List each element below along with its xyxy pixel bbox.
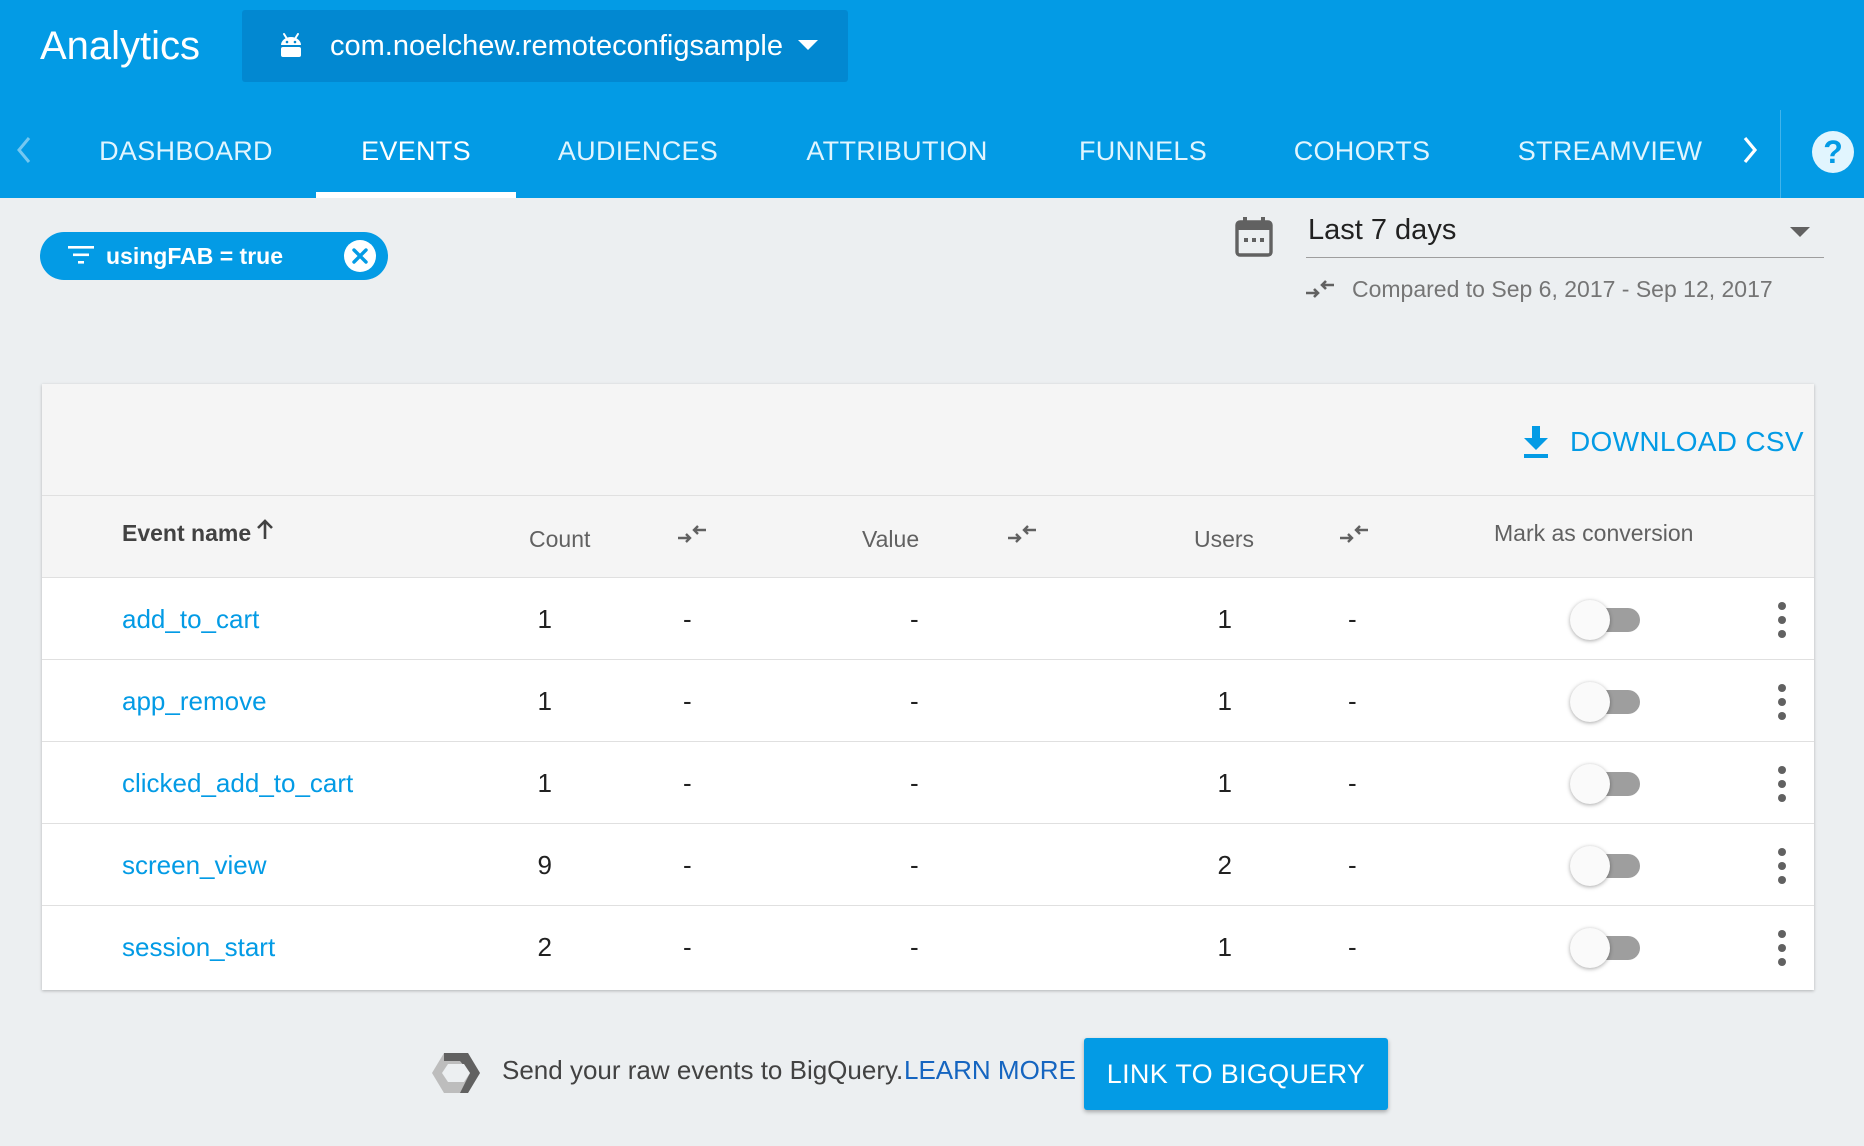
table-row: session_start 2 - - 1 - (42, 906, 1814, 988)
chevron-right-icon[interactable] (1740, 134, 1760, 171)
event-value: - (910, 850, 919, 880)
table-row: screen_view 9 - - 2 - (42, 824, 1814, 906)
tab-dashboard[interactable]: DASHBOARD (80, 110, 292, 198)
tab-events[interactable]: EVENTS (316, 110, 516, 198)
comparison-range-text: Compared to Sep 6, 2017 - Sep 12, 2017 (1352, 276, 1773, 302)
column-header-value[interactable]: Value (862, 526, 919, 553)
help-icon[interactable]: ? (1812, 131, 1854, 173)
tab-cohorts[interactable]: COHORTS (1290, 110, 1434, 198)
compare-arrows-icon (1338, 522, 1370, 551)
column-header-event-name[interactable]: Event name (122, 520, 251, 547)
event-count: 1 (537, 768, 552, 798)
event-count: 1 (537, 686, 552, 716)
event-users-change: - (1348, 768, 1357, 798)
event-name-link[interactable]: session_start (122, 906, 275, 988)
event-count: 2 (537, 932, 552, 962)
download-csv-label: DOWNLOAD CSV (1570, 426, 1804, 457)
more-vert-icon[interactable] (1772, 848, 1792, 884)
app-title: Analytics (40, 24, 201, 68)
download-icon (1522, 426, 1550, 463)
link-to-bigquery-button[interactable]: LINK TO BIGQUERY (1084, 1038, 1388, 1110)
table-row: clicked_add_to_cart 1 - - 1 - (42, 742, 1814, 824)
date-range-value: Last 7 days (1308, 214, 1457, 246)
android-icon (278, 32, 304, 65)
column-header-mark-as-conversion: Mark as conversion (1494, 520, 1694, 546)
tab-divider (1780, 110, 1781, 198)
tab-audiences[interactable]: AUDIENCES (550, 110, 726, 198)
conversion-toggle[interactable] (1570, 682, 1644, 722)
tab-streamview[interactable]: STREAMVIEW (1512, 110, 1708, 198)
event-value: - (910, 604, 919, 634)
event-name-link[interactable]: add_to_cart (122, 578, 259, 660)
event-users: 1 (1217, 604, 1232, 634)
bigquery-icon (430, 1050, 482, 1101)
event-users: 1 (1217, 686, 1232, 716)
tab-attribution[interactable]: ATTRIBUTION (796, 110, 998, 198)
filter-icon (68, 244, 94, 271)
event-value: - (910, 768, 919, 798)
event-name-link[interactable]: screen_view (122, 824, 267, 906)
event-users: 1 (1217, 932, 1232, 962)
event-users-change: - (1348, 850, 1357, 880)
conversion-toggle[interactable] (1570, 600, 1644, 640)
compare-arrows-icon (1006, 522, 1038, 551)
app-selector-value: com.noelchew.remoteconfigsample (330, 30, 783, 62)
event-users-change: - (1348, 686, 1357, 716)
compare-arrows-icon (676, 522, 708, 551)
more-vert-icon[interactable] (1772, 930, 1792, 966)
event-value: - (910, 686, 919, 716)
more-vert-icon[interactable] (1772, 684, 1792, 720)
event-count: 9 (537, 850, 552, 880)
date-range-select[interactable]: Last 7 days (1306, 212, 1824, 258)
learn-more-link[interactable]: LEARN MORE (904, 1055, 1076, 1086)
event-name-link[interactable]: app_remove (122, 660, 267, 742)
arrow-up-icon[interactable] (256, 518, 274, 545)
tab-funnels[interactable]: FUNNELS (1066, 110, 1220, 198)
event-users-change: - (1348, 604, 1357, 634)
conversion-toggle[interactable] (1570, 846, 1644, 886)
chevron-down-icon (1790, 227, 1810, 237)
close-icon[interactable] (344, 240, 376, 272)
compare-arrows-icon (1304, 276, 1336, 307)
table-header: Event name Count Value Users Mark as con… (42, 496, 1814, 578)
event-count: 1 (537, 604, 552, 634)
top-app-bar: Analytics com.noelchew.remoteconfigsampl… (0, 0, 1864, 198)
tab-bar: DASHBOARD EVENTS AUDIENCES ATTRIBUTION F… (0, 110, 1864, 198)
event-count-change: - (683, 932, 692, 962)
bigquery-prompt-text: Send your raw events to BigQuery. (502, 1055, 904, 1085)
event-users: 1 (1217, 768, 1232, 798)
calendar-icon[interactable] (1234, 216, 1274, 263)
event-count-change: - (683, 768, 692, 798)
app-selector[interactable]: com.noelchew.remoteconfigsample (242, 10, 848, 82)
events-table-card: DOWNLOAD CSV Event name Count Value User… (42, 384, 1814, 990)
column-header-users[interactable]: Users (1194, 526, 1254, 553)
event-count-change: - (683, 686, 692, 716)
conversion-toggle[interactable] (1570, 928, 1644, 968)
chevron-down-icon (798, 40, 818, 50)
event-users: 2 (1217, 850, 1232, 880)
event-count-change: - (683, 604, 692, 634)
filter-chip-label: usingFAB = true (106, 243, 283, 269)
conversion-toggle[interactable] (1570, 764, 1644, 804)
event-users-change: - (1348, 932, 1357, 962)
table-row: app_remove 1 - - 1 - (42, 660, 1814, 742)
event-value: - (910, 932, 919, 962)
chevron-left-icon[interactable] (14, 134, 34, 171)
filter-chip[interactable]: usingFAB = true (40, 232, 388, 280)
event-count-change: - (683, 850, 692, 880)
event-name-link[interactable]: clicked_add_to_cart (122, 742, 353, 824)
table-row: add_to_cart 1 - - 1 - (42, 578, 1814, 660)
table-toolbar: DOWNLOAD CSV (42, 384, 1814, 496)
more-vert-icon[interactable] (1772, 766, 1792, 802)
more-vert-icon[interactable] (1772, 602, 1792, 638)
column-header-count[interactable]: Count (529, 526, 590, 553)
table-body: add_to_cart 1 - - 1 - app_remove 1 - - 1… (42, 578, 1814, 990)
